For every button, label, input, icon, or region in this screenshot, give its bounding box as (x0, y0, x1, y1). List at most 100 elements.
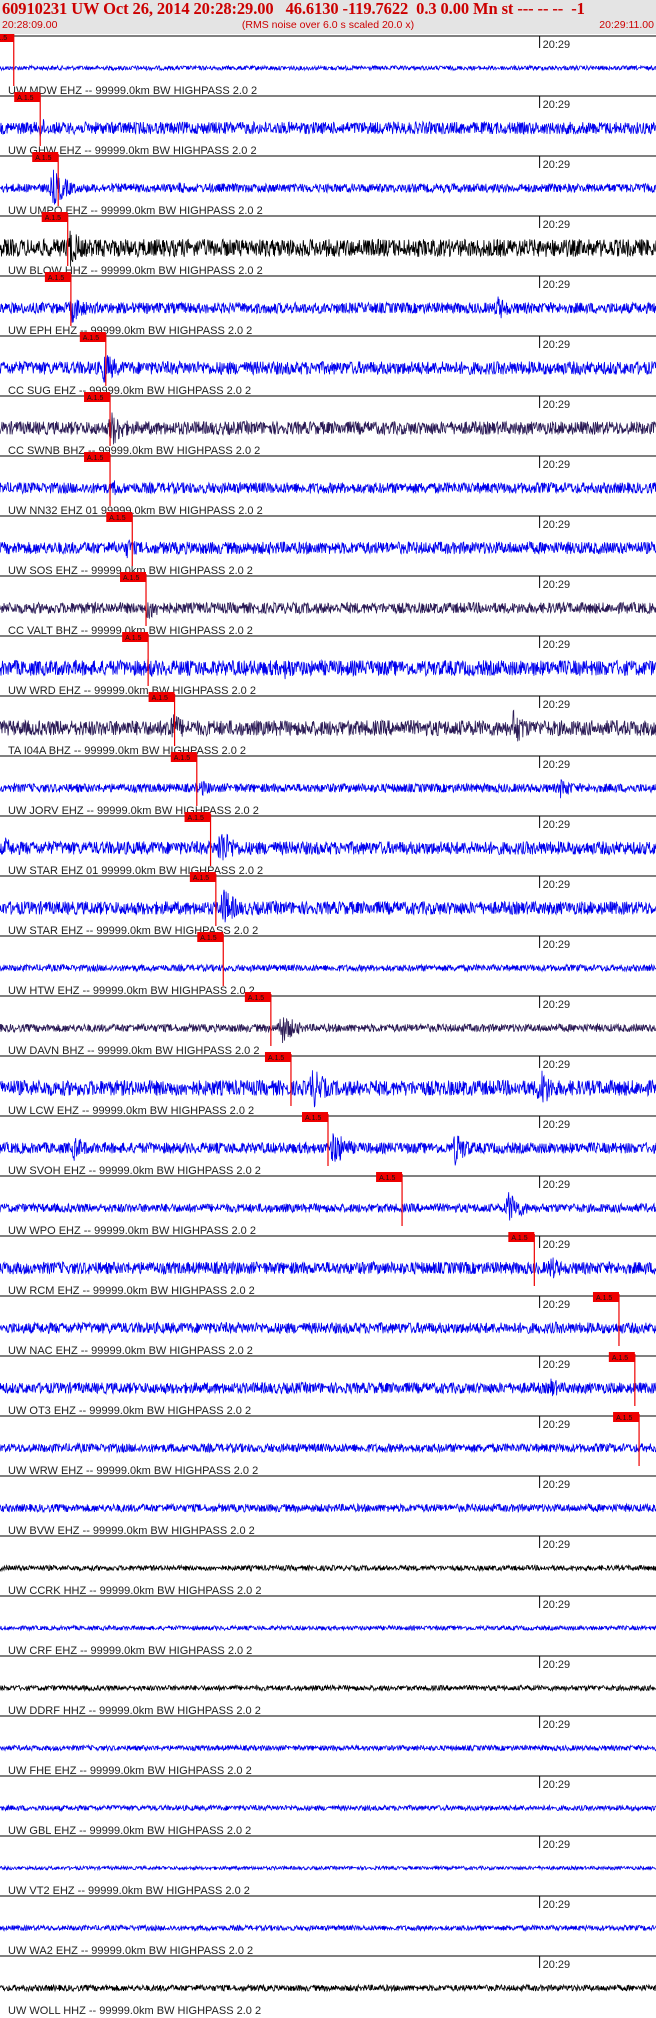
trace-group: 20:29 A.1.5 UW JORV EHZ -- 99999.0km BW HI… (0, 752, 656, 817)
waveform-trace (0, 1864, 656, 1872)
station-label: UW FHE EHZ -- 99999.0km BW HIGHPASS 2.0 … (8, 1765, 252, 1777)
waveform-trace (0, 963, 656, 973)
waveform-trace (0, 1803, 656, 1813)
minute-tick-label: 20:29 (543, 339, 571, 351)
station-label: UW SVOH EHZ -- 99999.0km BW HIGHPASS 2.0… (8, 1165, 261, 1177)
trace-group: 20:29 UW GBL EHZ -- 99999.0km BW HIGHPASS… (0, 1775, 656, 1837)
trace-group: 20:29A.1.5CC VALT BHZ -- 99999.0km BW HI… (0, 572, 656, 637)
minute-tick-label: 20:29 (543, 699, 571, 711)
trace-group: 20:29 A.1.5 CC SWNB BHZ -- 99999.0km BW HI… (0, 392, 656, 457)
minute-tick-label: 20:29 (543, 99, 571, 111)
minute-tick-label: 20:29 (543, 1359, 571, 1371)
waveform-trace (0, 1502, 656, 1514)
station-label: CC SUG EHZ -- 99999.0km BW HIGHPASS 2.0 … (8, 385, 251, 397)
minute-tick-label: 20:29 (543, 399, 571, 411)
station-label: UW WPO EHZ -- 99999.0km BW HIGHPASS 2.0 … (8, 1225, 256, 1237)
minute-tick-label: 20:29 (543, 1239, 571, 1251)
trace-group: 20:29 A.1.5 UW WRW EHZ -- 99999.0km BW HIG… (0, 1412, 656, 1477)
phase-pick-label: A.1.5 (48, 275, 64, 282)
waveform-trace (0, 1070, 656, 1108)
minute-tick-label: 20:29 (543, 219, 571, 231)
minute-tick-label: 20:29 (543, 459, 571, 471)
minute-tick-label: 20:29 (543, 939, 571, 951)
waveform-trace (0, 230, 656, 267)
trace-group: 20:29 UW BVW EHZ -- 99999.0km BW HIGHPASS… (0, 1475, 656, 1537)
trace-group: 20:29A.1.5UW GHW EHZ -- 99999.0km BW HIG… (0, 92, 656, 157)
waveform-trace (0, 296, 656, 323)
waveform-trace (0, 1321, 656, 1335)
waveform-trace (0, 1684, 656, 1693)
minute-tick-label: 20:29 (543, 1839, 571, 1851)
station-label: UW JORV EHZ -- 99999.0km BW HIGHPASS 2.0… (8, 805, 259, 817)
waveform-trace (0, 658, 656, 680)
minute-tick-label: 20:29 (543, 999, 571, 1011)
waveform-trace (0, 1017, 656, 1044)
plot-header: 60910231 UW Oct 26, 2014 20:28:29.00 46.… (0, 0, 656, 34)
phase-pick-label: A.1.5 (248, 995, 264, 1002)
trace-group: 20:29A.1.5UW UMPQ EHZ -- 99999.0km BW HI… (0, 152, 656, 217)
station-label: UW RCM EHZ -- 99999.0km BW HIGHPASS 2.0 … (8, 1285, 255, 1297)
trace-group: 20:29 UW FHE EHZ -- 99999.0km BW HIGHPASS… (0, 1715, 656, 1777)
waveform-trace (0, 833, 656, 861)
trace-group: 20:29 A.1.5 UW WPO EHZ -- 99999.0km BW HIG… (0, 1172, 656, 1237)
phase-pick-label: A.1.5 (17, 95, 33, 102)
station-label: UW DDRF HHZ -- 99999.0km BW HIGHPASS 2.0… (8, 1705, 261, 1717)
waveform-trace (0, 1442, 656, 1454)
phase-pick-label: A.1.5 (125, 635, 141, 642)
phase-pick-label: A.1.5 (45, 215, 61, 222)
minute-tick-label: 20:29 (543, 639, 571, 651)
minute-tick-label: 20:29 (543, 579, 571, 591)
minute-tick-label: 20:29 (543, 1719, 571, 1731)
end-time-label: 20:29:11.00 (599, 19, 654, 31)
trace-group: 20:29 A.1.5 UW NN32 EHZ 01 99999.0km BW HI… (0, 452, 656, 517)
phase-pick-label: A.1.5 (511, 1235, 527, 1242)
waveform-trace (0, 412, 656, 445)
minute-tick-label: 20:29 (543, 1119, 571, 1131)
trace-group: 20:29A.1.5UW BLOW HHZ -- 99999.0km BW HI… (0, 212, 656, 277)
phase-pick-label: A.1.5 (596, 1295, 612, 1302)
waveform-trace (0, 539, 656, 559)
minute-tick-label: 20:29 (543, 1779, 571, 1791)
phase-pick-label: A.1.5 (188, 815, 204, 822)
trace-group: 20:29 UW CRF EHZ -- 99999.0km BW HIGHPASS… (0, 1595, 656, 1657)
minute-tick-label: 20:29 (543, 759, 571, 771)
seismogram-plot: 20:29A.1.5UW MDW EHZ -- 99999.0km BW HIG… (0, 34, 656, 2017)
minute-tick-label: 20:29 (543, 519, 571, 531)
minute-tick-label: 20:29 (543, 1599, 571, 1611)
trace-group: 20:29 A.1.5 UW SVOH EHZ -- 99999.0km BW HI… (0, 1112, 656, 1177)
phase-pick-label: A.1.5 (193, 875, 209, 882)
trace-group: 20:29 A.1.5 UW NAC EHZ -- 99999.0km BW HIG… (0, 1292, 656, 1357)
station-label: UW WA2 EHZ -- 99999.0km BW HIGHPASS 2.0 … (8, 1945, 253, 1957)
trace-group: 20:29 A.1.5 UW OT3 EHZ -- 99999.0km BW HIG… (0, 1352, 656, 1417)
minute-tick-label: 20:29 (543, 1419, 571, 1431)
trace-group: 20:29A.1.5UW SOS EHZ -- 99999.0km BW HIG… (0, 512, 656, 577)
trace-group: 20:29 A.1.5 UW WRD EHZ -- 99999.0km BW HIG… (0, 632, 656, 697)
station-label: UW VT2 EHZ -- 99999.0km BW HIGHPASS 2.0 … (8, 1885, 250, 1897)
trace-group: 20:29 A.1.5 UW STAR EHZ 01 99999.0km BW HI… (0, 812, 656, 877)
phase-pick-label: A.1.5 (305, 1115, 321, 1122)
station-label: UW OT3 EHZ -- 99999.0km BW HIGHPASS 2.0 … (8, 1405, 251, 1417)
phase-pick-label: A.1.5 (612, 1355, 628, 1362)
trace-group: 20:29 UW WOLL HHZ -- 99999.0km BW HIGHPAS… (0, 1955, 656, 2017)
minute-tick-label: 20:29 (543, 1659, 571, 1671)
waveform-trace (0, 1563, 656, 1573)
waveform-trace (0, 1257, 656, 1279)
station-label: UW NN32 EHZ 01 99999.0km BW HIGHPASS 2.0… (8, 505, 263, 517)
event-title: 60910231 UW Oct 26, 2014 20:28:29.00 46.… (2, 0, 585, 18)
trace-group: 20:29 UW VT2 EHZ -- 99999.0km BW HIGHPASS… (0, 1835, 656, 1897)
station-label: UW WOLL HHZ -- 99999.0km BW HIGHPASS 2.0… (8, 2005, 261, 2017)
phase-pick-label: A.1.5 (379, 1175, 395, 1182)
station-label: UW WRW EHZ -- 99999.0km BW HIGHPASS 2.0 … (8, 1465, 258, 1477)
waveform-trace (0, 1983, 656, 1993)
minute-tick-label: 20:29 (543, 1299, 571, 1311)
waveform-trace (0, 1378, 656, 1397)
phase-pick-label: A.1.5 (35, 155, 51, 162)
trace-group: 20:29A.1.5UW STAR EHZ -- 99999.0km BW HI… (0, 872, 656, 937)
minute-tick-label: 20:29 (543, 819, 571, 831)
station-label: UW GBL EHZ -- 99999.0km BW HIGHPASS 2.0 … (8, 1825, 251, 1837)
station-label: UW CRF EHZ -- 99999.0km BW HIGHPASS 2.0 … (8, 1645, 252, 1657)
station-label: UW CCRK HHZ -- 99999.0km BW HIGHPASS 2.0… (8, 1585, 261, 1597)
waveform-trace (0, 480, 656, 496)
minute-tick-label: 20:29 (543, 1479, 571, 1491)
waveform-trace (0, 355, 656, 383)
